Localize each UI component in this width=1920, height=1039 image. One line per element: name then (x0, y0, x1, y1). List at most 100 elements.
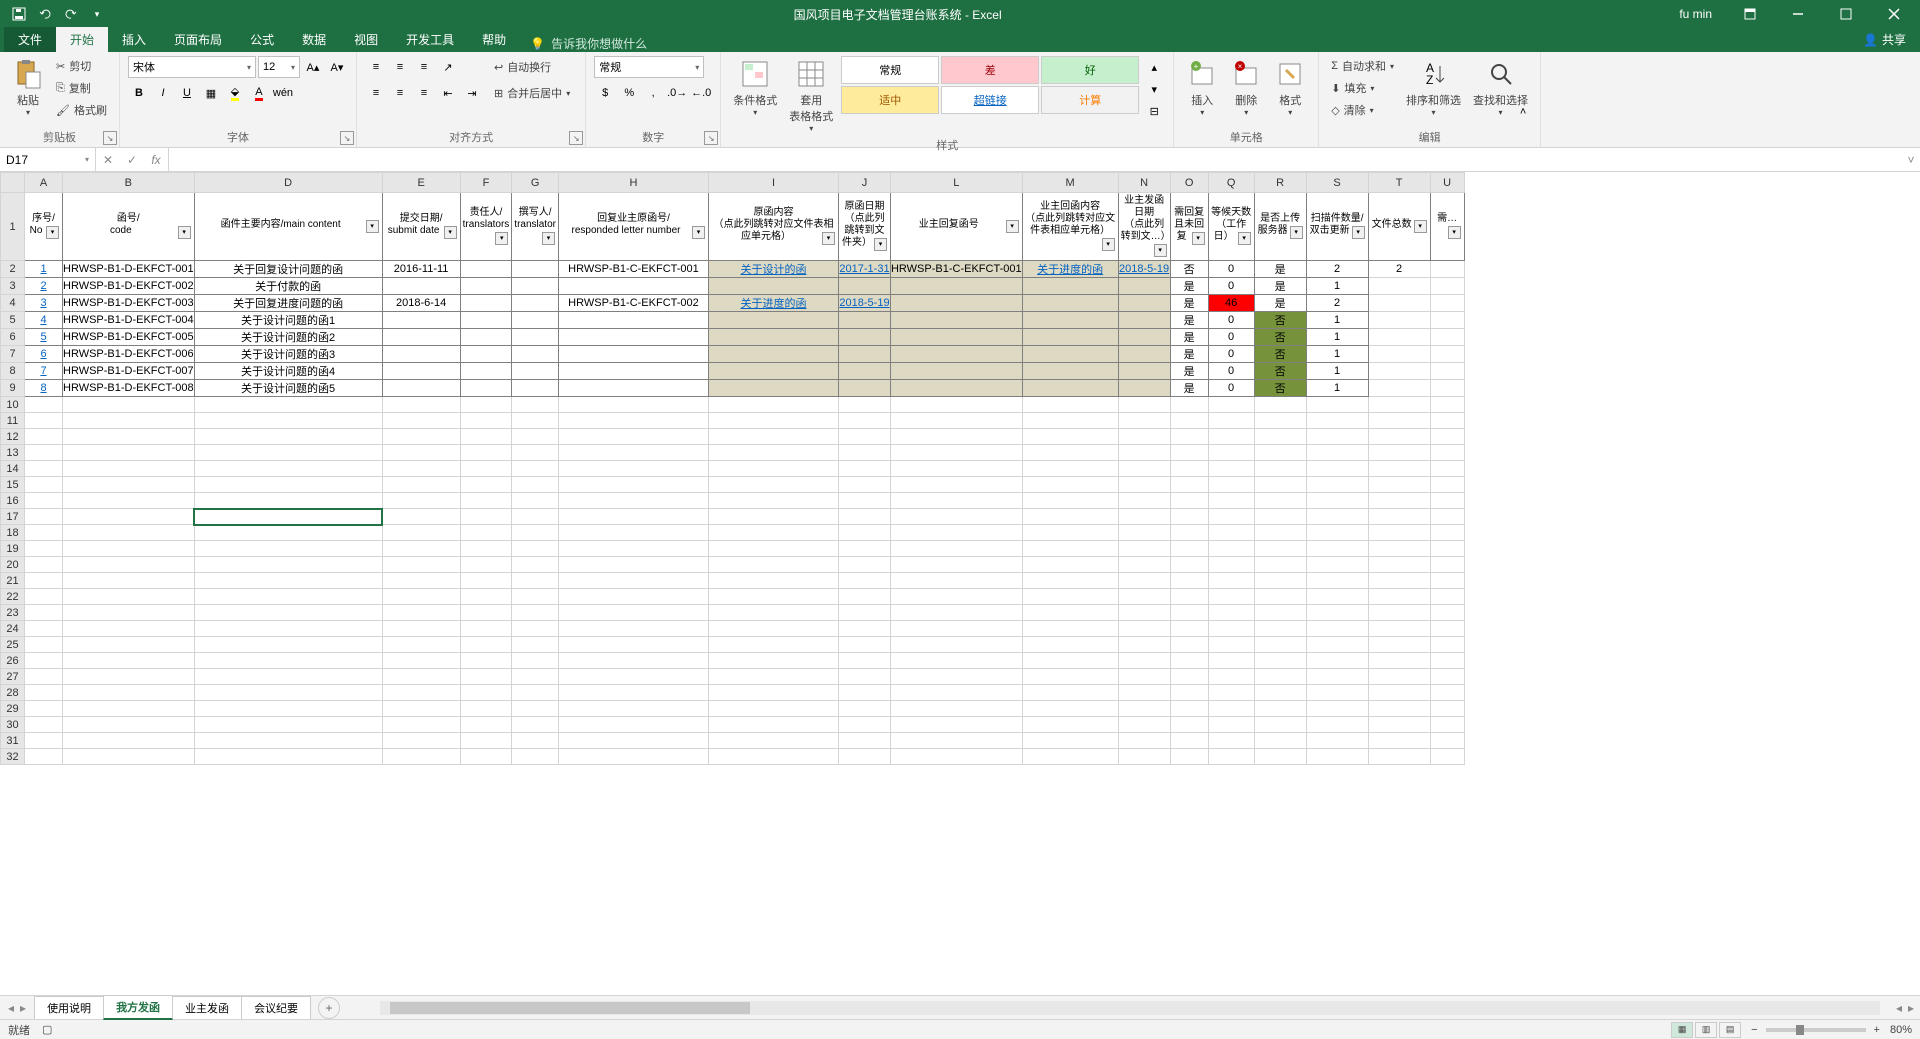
cell[interactable]: 否 (1170, 261, 1208, 278)
copy-button[interactable]: ⎘复制 (52, 78, 111, 98)
accounting-format-button[interactable]: $ (594, 82, 616, 104)
cell[interactable] (838, 312, 890, 329)
sheet-tab-minutes[interactable]: 会议纪要 (241, 996, 311, 1019)
cell[interactable] (1306, 749, 1368, 765)
cell[interactable] (25, 477, 63, 493)
zoom-in-button[interactable]: + (1874, 1024, 1880, 1036)
cell[interactable] (1306, 717, 1368, 733)
cell[interactable] (558, 493, 708, 509)
row-header-2[interactable]: 2 (1, 261, 25, 278)
cell[interactable] (1368, 589, 1430, 605)
cell[interactable] (708, 637, 838, 653)
underline-button[interactable]: U (176, 82, 198, 104)
cell[interactable] (1022, 477, 1118, 493)
cell[interactable] (1170, 701, 1208, 717)
cell[interactable] (1306, 573, 1368, 589)
cell[interactable] (1022, 429, 1118, 445)
cell[interactable] (1368, 541, 1430, 557)
cell[interactable] (890, 413, 1022, 429)
increase-font-button[interactable]: A▴ (302, 56, 324, 78)
phonetic-button[interactable]: wén (272, 82, 294, 104)
cell[interactable] (512, 477, 559, 493)
cell[interactable] (708, 363, 838, 380)
cell[interactable] (1254, 653, 1306, 669)
cell[interactable] (890, 717, 1022, 733)
cell[interactable] (558, 397, 708, 413)
cell[interactable] (25, 589, 63, 605)
cell[interactable] (194, 717, 382, 733)
cell[interactable] (890, 525, 1022, 541)
cell[interactable] (382, 312, 460, 329)
cell[interactable] (1118, 541, 1170, 557)
cell[interactable] (1306, 461, 1368, 477)
cell[interactable] (708, 605, 838, 621)
cell[interactable] (194, 525, 382, 541)
cell[interactable] (890, 653, 1022, 669)
cell[interactable] (838, 509, 890, 525)
table-header[interactable]: 业主发函日期（点此列转到文…）▾ (1118, 193, 1170, 261)
style-good[interactable]: 好 (1041, 56, 1139, 84)
sort-filter-button[interactable]: AZ排序和筛选▾ (1402, 56, 1465, 119)
cell[interactable]: 关于付款的函 (194, 278, 382, 295)
sheet-nav-prev[interactable]: ◂ (8, 1001, 14, 1015)
cell[interactable] (460, 261, 512, 278)
cell[interactable] (708, 329, 838, 346)
cell[interactable] (1368, 445, 1430, 461)
cell[interactable] (63, 477, 195, 493)
cell[interactable] (558, 509, 708, 525)
cell[interactable] (25, 541, 63, 557)
cell[interactable] (1368, 461, 1430, 477)
cell[interactable]: 是 (1170, 278, 1208, 295)
cell[interactable] (1430, 445, 1464, 461)
cut-button[interactable]: ✂剪切 (52, 56, 111, 76)
row-header-14[interactable]: 14 (1, 461, 25, 477)
cell[interactable]: 2 (1368, 261, 1430, 278)
cell[interactable] (512, 605, 559, 621)
cell[interactable] (194, 557, 382, 573)
cell[interactable] (1306, 477, 1368, 493)
cell[interactable]: 1 (1306, 380, 1368, 397)
cell[interactable] (63, 701, 195, 717)
table-header[interactable]: 等候天数（工作日）▾ (1208, 193, 1254, 261)
cell[interactable] (558, 329, 708, 346)
cell[interactable]: 2 (1306, 295, 1368, 312)
zoom-slider[interactable] (1766, 1028, 1866, 1032)
row-header-18[interactable]: 18 (1, 525, 25, 541)
cell[interactable] (382, 413, 460, 429)
row-header-23[interactable]: 23 (1, 605, 25, 621)
cell[interactable]: 关于回复进度问题的函 (194, 295, 382, 312)
table-header[interactable]: 提交日期/submit date▾ (382, 193, 460, 261)
cell[interactable] (1022, 329, 1118, 346)
cell[interactable] (1368, 397, 1430, 413)
cell[interactable] (1208, 413, 1254, 429)
cell[interactable] (194, 413, 382, 429)
cell[interactable] (838, 363, 890, 380)
cell[interactable] (1368, 637, 1430, 653)
name-box[interactable]: D17▾ (0, 148, 96, 171)
cell[interactable] (1208, 397, 1254, 413)
cell[interactable]: 关于设计问题的函4 (194, 363, 382, 380)
cell[interactable] (708, 380, 838, 397)
row-header-7[interactable]: 7 (1, 346, 25, 363)
cell[interactable] (1368, 605, 1430, 621)
cell[interactable] (1022, 685, 1118, 701)
cell[interactable] (708, 541, 838, 557)
confirm-edit-button[interactable]: ✓ (120, 148, 144, 171)
cell[interactable]: 是 (1170, 363, 1208, 380)
cell[interactable]: 关于进度的函 (708, 295, 838, 312)
cell[interactable]: 1 (1306, 363, 1368, 380)
cell[interactable] (512, 295, 559, 312)
cell[interactable] (1254, 541, 1306, 557)
cell[interactable] (1430, 605, 1464, 621)
cell[interactable]: HRWSP-B1-D-EKFCT-002 (63, 278, 195, 295)
cell[interactable] (1022, 541, 1118, 557)
cell[interactable] (512, 329, 559, 346)
cell[interactable] (1430, 637, 1464, 653)
row-header-20[interactable]: 20 (1, 557, 25, 573)
cell[interactable] (512, 749, 559, 765)
cell[interactable] (838, 461, 890, 477)
table-header[interactable]: 业主回函内容（点此列跳转对应文件表相应单元格）▾ (1022, 193, 1118, 261)
cell[interactable] (1208, 749, 1254, 765)
decrease-decimal-button[interactable]: ←.0 (690, 82, 712, 104)
format-painter-button[interactable]: 🖌格式刷 (52, 100, 111, 120)
